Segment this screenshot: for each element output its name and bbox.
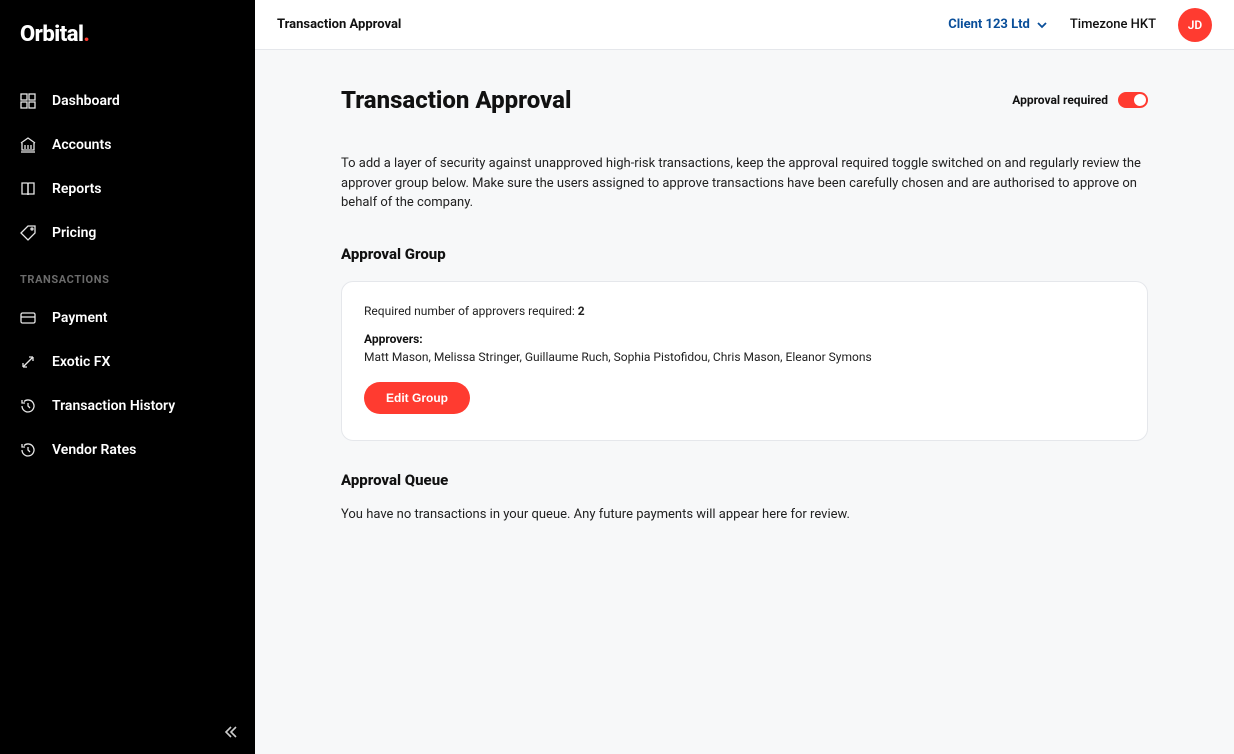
- sidebar-item-accounts[interactable]: Accounts: [0, 123, 255, 167]
- page-title: Transaction Approval: [341, 86, 571, 114]
- page-content: Transaction Approval Approval required T…: [255, 50, 1234, 754]
- topbar-right: Client 123 Ltd Timezone HKT JD: [948, 8, 1212, 42]
- edit-group-button[interactable]: Edit Group: [364, 382, 470, 414]
- sidebar-collapse-button[interactable]: [223, 724, 239, 744]
- approval-queue-empty-text: You have no transactions in your queue. …: [341, 507, 1148, 522]
- sidebar-item-label: Exotic FX: [52, 354, 110, 370]
- sidebar-item-label: Pricing: [52, 225, 96, 241]
- sidebar-item-pricing[interactable]: Pricing: [0, 211, 255, 255]
- sidebar-item-label: Accounts: [52, 137, 111, 153]
- sidebar-item-label: Dashboard: [52, 93, 120, 109]
- timezone-label: Timezone HKT: [1070, 17, 1156, 32]
- nav-transactions: Payment Exotic FX Transaction History Ve…: [0, 296, 255, 472]
- history-icon: [20, 398, 36, 414]
- toggle-knob: [1134, 94, 1146, 106]
- brand-logo[interactable]: Orbital.: [0, 0, 255, 57]
- sidebar-item-dashboard[interactable]: Dashboard: [0, 79, 255, 123]
- nav-primary: Dashboard Accounts Reports Pricing: [0, 79, 255, 255]
- approvers-label: Approvers:: [364, 332, 1125, 346]
- topbar: Transaction Approval Client 123 Ltd Time…: [255, 0, 1234, 50]
- required-approvers-count: 2: [578, 304, 585, 318]
- approval-group-heading: Approval Group: [341, 245, 1148, 263]
- breadcrumb-title: Transaction Approval: [277, 17, 401, 32]
- book-icon: [20, 181, 36, 197]
- sidebar-item-label: Transaction History: [52, 398, 175, 414]
- sidebar-item-label: Payment: [52, 310, 108, 326]
- bank-icon: [20, 137, 36, 153]
- approvers-list: Matt Mason, Melissa Stringer, Guillaume …: [364, 350, 1125, 364]
- client-selector[interactable]: Client 123 Ltd: [948, 17, 1048, 32]
- client-name: Client 123 Ltd: [948, 17, 1030, 32]
- clock-icon: [20, 442, 36, 458]
- sidebar-item-label: Reports: [52, 181, 102, 197]
- sidebar-item-reports[interactable]: Reports: [0, 167, 255, 211]
- chevron-down-icon: [1036, 19, 1048, 31]
- sidebar-item-vendor-rates[interactable]: Vendor Rates: [0, 428, 255, 472]
- sidebar-section-transactions: TRANSACTIONS: [0, 255, 255, 296]
- sidebar-item-payment[interactable]: Payment: [0, 296, 255, 340]
- approval-group-card: Required number of approvers required: 2…: [341, 281, 1148, 441]
- toggle-label: Approval required: [1012, 93, 1108, 107]
- avatar[interactable]: JD: [1178, 8, 1212, 42]
- tag-icon: [20, 225, 36, 241]
- sidebar-item-exotic-fx[interactable]: Exotic FX: [0, 340, 255, 384]
- approval-required-toggle[interactable]: [1118, 92, 1148, 108]
- chevron-double-left-icon: [223, 724, 239, 740]
- sidebar-item-transaction-history[interactable]: Transaction History: [0, 384, 255, 428]
- page-header: Transaction Approval Approval required: [341, 86, 1148, 114]
- required-approvers-row: Required number of approvers required: 2: [364, 304, 1125, 318]
- approval-queue-heading: Approval Queue: [341, 471, 1148, 489]
- approval-required-toggle-group: Approval required: [1012, 92, 1148, 108]
- sidebar-item-label: Vendor Rates: [52, 442, 136, 458]
- required-approvers-label: Required number of approvers required:: [364, 304, 575, 318]
- intro-text: To add a layer of security against unapp…: [341, 154, 1148, 213]
- brand-name: Orbital: [20, 22, 83, 47]
- card-icon: [20, 310, 36, 326]
- exchange-icon: [20, 354, 36, 370]
- brand-dot: .: [83, 22, 89, 47]
- sidebar: Orbital. Dashboard Accounts Reports Pric…: [0, 0, 255, 754]
- dashboard-icon: [20, 93, 36, 109]
- main-area: Transaction Approval Client 123 Ltd Time…: [255, 0, 1234, 754]
